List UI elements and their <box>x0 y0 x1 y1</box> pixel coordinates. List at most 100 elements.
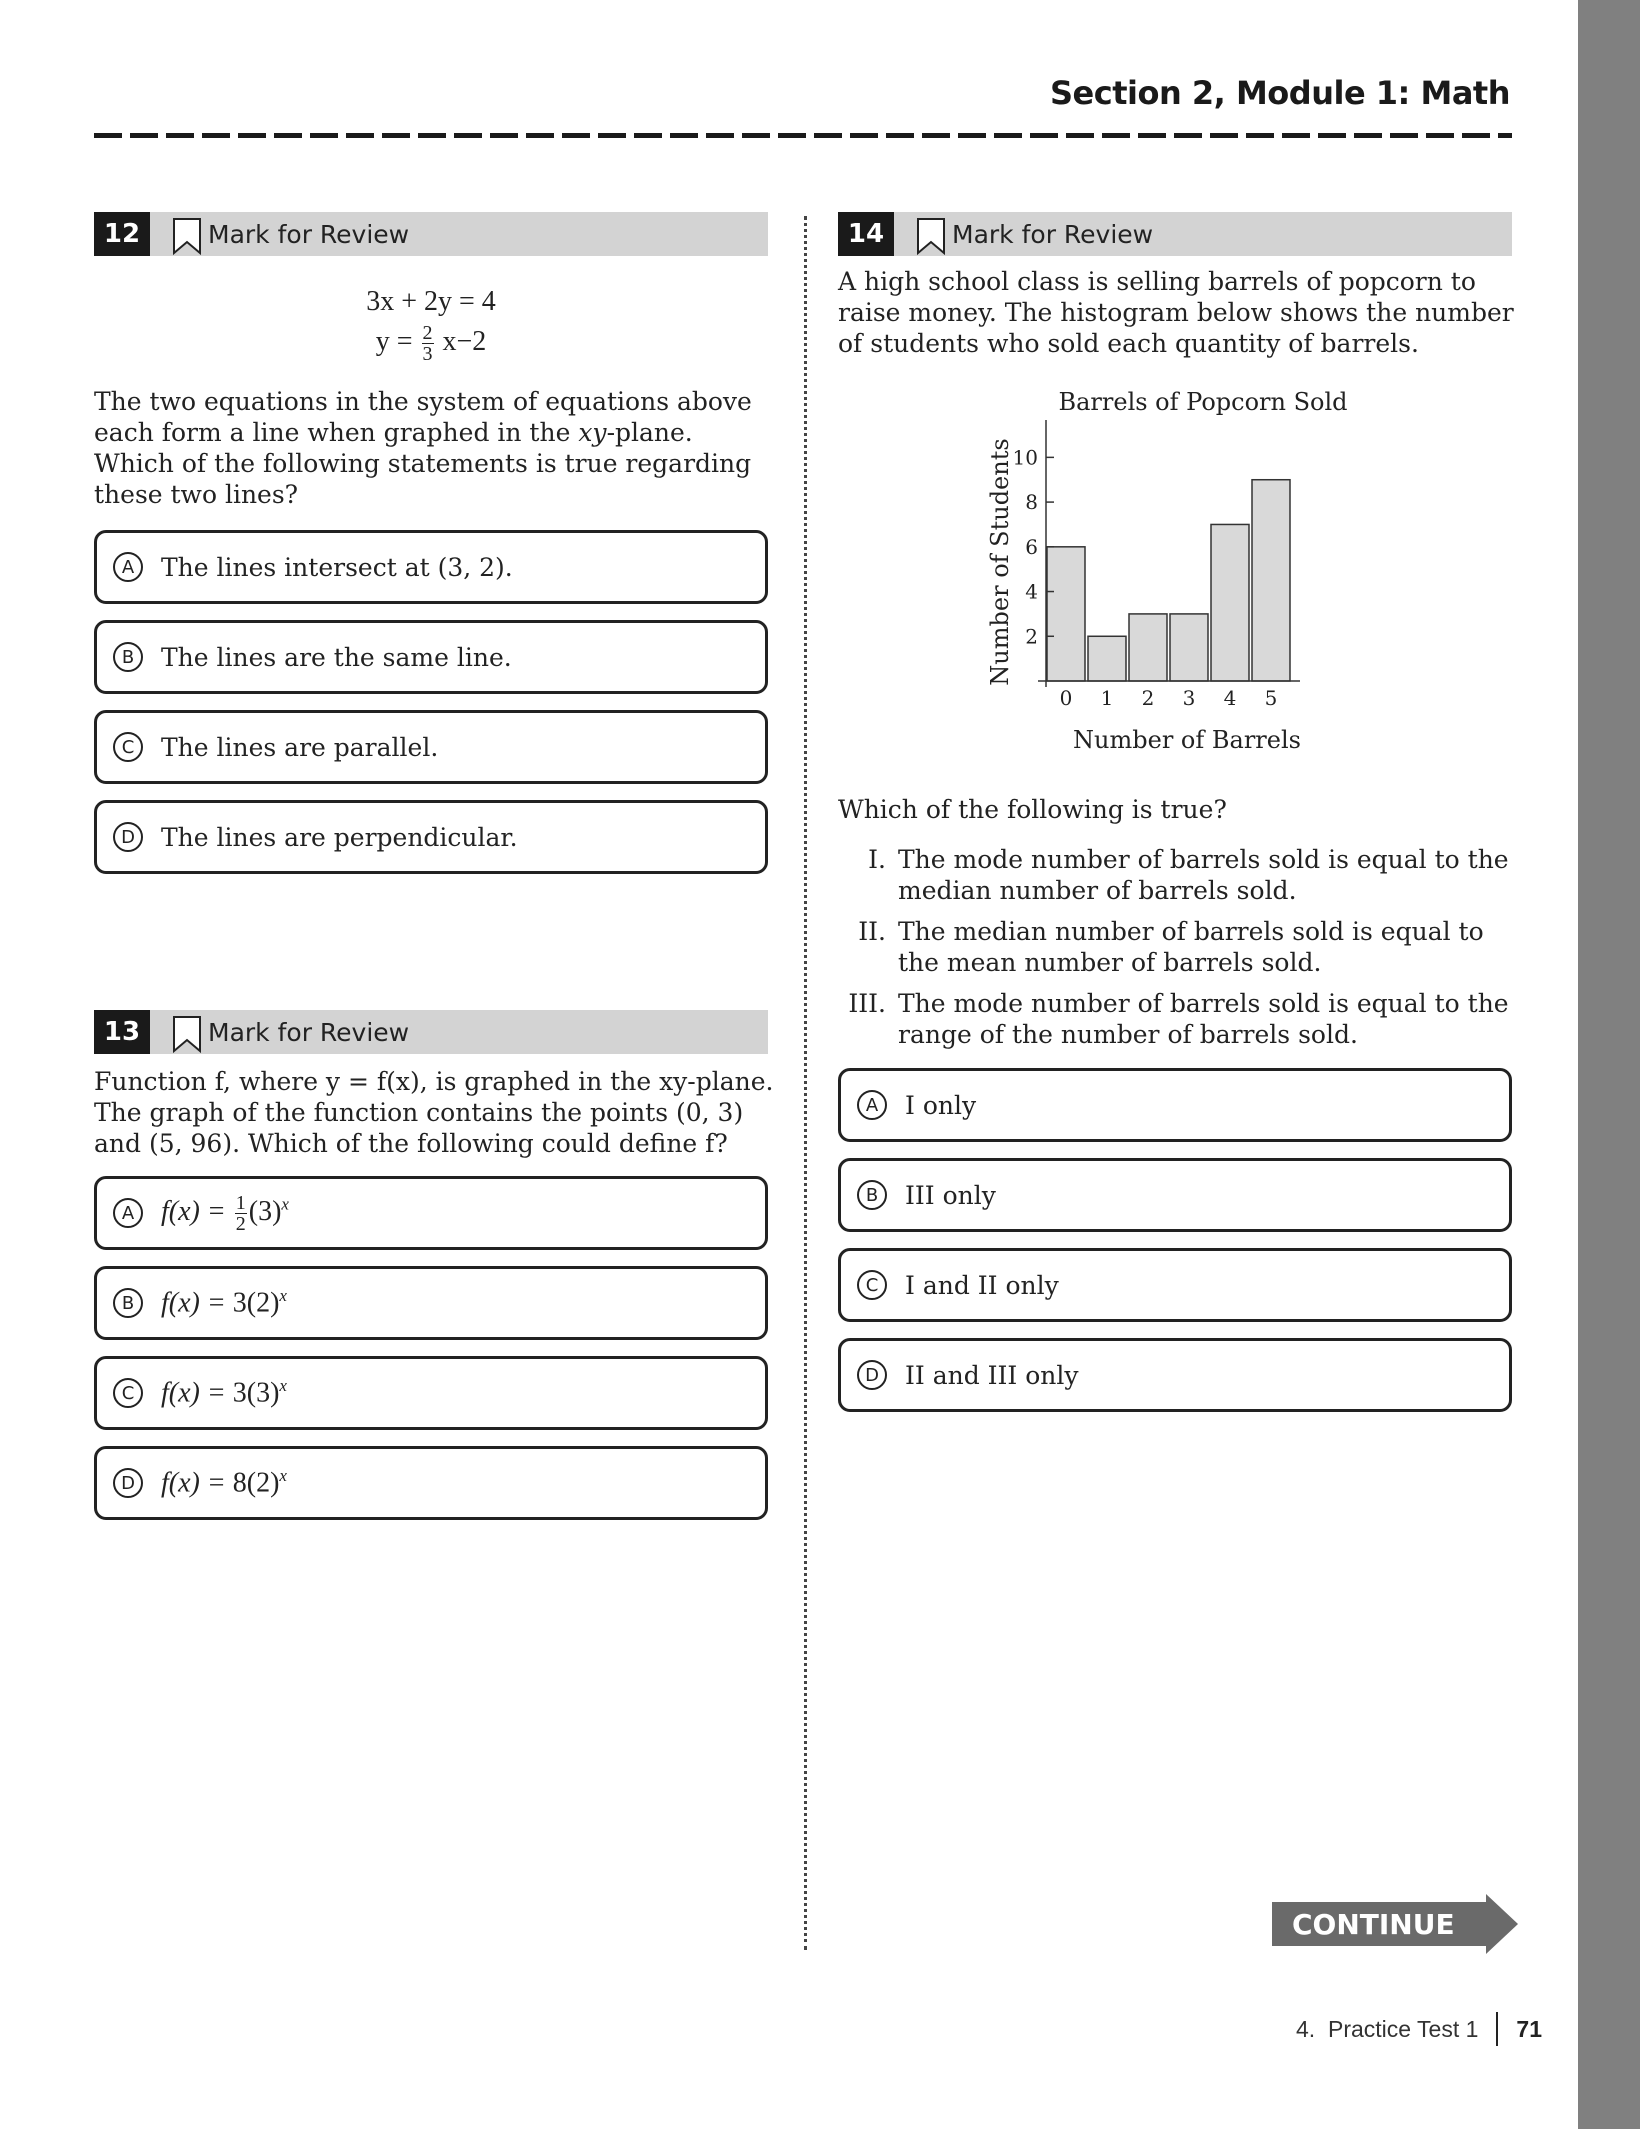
eq2-right: x−2 <box>442 326 487 357</box>
statement-text: The mode number of barrels sold is equal… <box>898 845 1509 905</box>
y-tick-label: 4 <box>1025 580 1038 604</box>
q13-prompt: Function f, where y = f(x), is graphed i… <box>94 1067 774 1158</box>
choice-text: f(x) = 3(2)x <box>161 1286 287 1319</box>
y-tick-label: 6 <box>1025 535 1038 559</box>
bookmark-icon[interactable] <box>172 1015 202 1053</box>
choice-letter-icon: D <box>113 822 143 852</box>
histogram-bar <box>1128 613 1168 682</box>
header-dashed-rule <box>94 133 1512 138</box>
choice-text: The lines intersect at (3, 2). <box>161 552 513 582</box>
mark-for-review-button[interactable]: Mark for Review <box>208 1018 409 1047</box>
mark-for-review-button[interactable]: Mark for Review <box>952 220 1153 249</box>
choice-text: III only <box>905 1180 996 1210</box>
q13-header: 13 Mark for Review <box>94 1010 768 1054</box>
choice-text: II and III only <box>905 1360 1079 1390</box>
page-number: 71 <box>1516 2015 1542 2042</box>
q14-question: Which of the following is true? <box>838 795 1227 824</box>
x-tick-label: 3 <box>1183 686 1196 710</box>
choice-letter-icon: D <box>113 1468 143 1498</box>
histogram-bar <box>1251 478 1291 682</box>
choice-letter-icon: B <box>113 1288 143 1318</box>
statement-text: The median number of barrels sold is equ… <box>898 917 1484 977</box>
y-tick-label: 2 <box>1025 624 1038 648</box>
choice-letter-icon: A <box>857 1090 887 1120</box>
histogram-chart: Barrels of Popcorn Sold Number of Studen… <box>986 388 1348 754</box>
continue-label: CONTINUE <box>1272 1902 1487 1946</box>
chart-title: Barrels of Popcorn Sold <box>1058 388 1347 416</box>
eq2-left: y = <box>375 326 413 357</box>
page-footer: 4. Practice Test 1 71 <box>1296 2012 1542 2046</box>
y-tick-label: 10 <box>1013 445 1038 469</box>
choice-text: f(x) = 1 2 (3)x <box>161 1191 289 1235</box>
equation-1: 3x + 2y = 4 <box>366 286 496 317</box>
q12-choice-a[interactable]: A The lines intersect at (3, 2). <box>94 530 768 604</box>
statement-list: I. The mode number of barrels sold is eq… <box>838 844 1518 1060</box>
choice-letter-icon: A <box>113 552 143 582</box>
y-tick-label: 8 <box>1025 490 1038 514</box>
fraction: 23 <box>421 322 434 366</box>
choice-text: f(x) = 3(3)x <box>161 1376 287 1409</box>
choice-text: f(x) = 8(2)x <box>161 1466 287 1499</box>
question-number: 13 <box>94 1010 150 1054</box>
choice-letter-icon: D <box>857 1360 887 1390</box>
choice-letter-icon: C <box>113 732 143 762</box>
histogram-bar <box>1087 635 1127 682</box>
section-title: Section 2, Module 1: Math <box>1050 74 1511 112</box>
statement-item: I. The mode number of barrels sold is eq… <box>838 844 1518 906</box>
q14-choice-d[interactable]: D II and III only <box>838 1338 1512 1412</box>
q12-choice-d[interactable]: D The lines are perpendicular. <box>94 800 768 874</box>
q13-choice-d[interactable]: D f(x) = 8(2)x <box>94 1446 768 1520</box>
question-number: 12 <box>94 212 150 256</box>
histogram-bar <box>1210 523 1250 682</box>
statement-item: III. The mode number of barrels sold is … <box>838 988 1518 1050</box>
arrow-right-icon <box>1486 1894 1518 1954</box>
x-tick-label: 2 <box>1142 686 1155 710</box>
q13-choice-c[interactable]: C f(x) = 3(3)x <box>94 1356 768 1430</box>
q14-intro: A high school class is selling barrels o… <box>838 267 1514 358</box>
choice-letter-icon: B <box>857 1180 887 1210</box>
x-tick-label: 1 <box>1101 686 1114 710</box>
q12-prompt: The two equations in the system of equat… <box>94 387 752 509</box>
q14-header: 14 Mark for Review <box>838 212 1512 256</box>
choice-letter-icon: C <box>857 1270 887 1300</box>
histogram-bar <box>1046 546 1086 682</box>
statement-number: I. <box>868 845 886 874</box>
x-tick-label: 5 <box>1265 686 1278 710</box>
q13-choice-b[interactable]: B f(x) = 3(2)x <box>94 1266 768 1340</box>
q12-choice-b[interactable]: B The lines are the same line. <box>94 620 768 694</box>
footer-chapter: 4. Practice Test 1 <box>1296 2015 1479 2042</box>
bookmark-icon[interactable] <box>916 217 946 255</box>
x-tick-label: 0 <box>1060 686 1073 710</box>
q14-choice-c[interactable]: C I and II only <box>838 1248 1512 1322</box>
choice-letter-icon: C <box>113 1378 143 1408</box>
statement-item: II. The median number of barrels sold is… <box>838 916 1518 978</box>
mark-for-review-button[interactable]: Mark for Review <box>208 220 409 249</box>
x-tick-label: 4 <box>1224 686 1237 710</box>
q12-choice-c[interactable]: C The lines are parallel. <box>94 710 768 784</box>
statement-number: II. <box>858 917 886 946</box>
choice-letter-icon: B <box>113 642 143 672</box>
footer-divider <box>1496 2012 1499 2046</box>
question-number: 14 <box>838 212 894 256</box>
chart-y-axis-label: Number of Students <box>986 438 1014 685</box>
equation-2: y = 23 x−2 <box>94 322 768 364</box>
chart-x-axis-label: Number of Barrels <box>1073 726 1301 754</box>
choice-text: The lines are the same line. <box>161 642 512 672</box>
q14-choice-a[interactable]: A I only <box>838 1068 1512 1142</box>
q14-choice-b[interactable]: B III only <box>838 1158 1512 1232</box>
choice-text: I only <box>905 1090 977 1120</box>
column-divider <box>804 216 807 1950</box>
choice-text: I and II only <box>905 1270 1059 1300</box>
choice-letter-icon: A <box>113 1198 143 1228</box>
page-edge-bar <box>1578 0 1640 2129</box>
statement-text: The mode number of barrels sold is equal… <box>898 989 1509 1049</box>
bookmark-icon[interactable] <box>172 217 202 255</box>
q13-choice-a[interactable]: A f(x) = 1 2 (3)x <box>94 1176 768 1250</box>
statement-number: III. <box>848 989 886 1018</box>
q12-header: 12 Mark for Review <box>94 212 768 256</box>
choice-text: The lines are parallel. <box>161 732 439 762</box>
choice-text: The lines are perpendicular. <box>161 822 518 852</box>
q12-equations: 3x + 2y = 4 y = 23 x−2 <box>94 282 768 364</box>
histogram-bar <box>1169 613 1209 682</box>
continue-button[interactable]: CONTINUE <box>1272 1894 1518 1954</box>
